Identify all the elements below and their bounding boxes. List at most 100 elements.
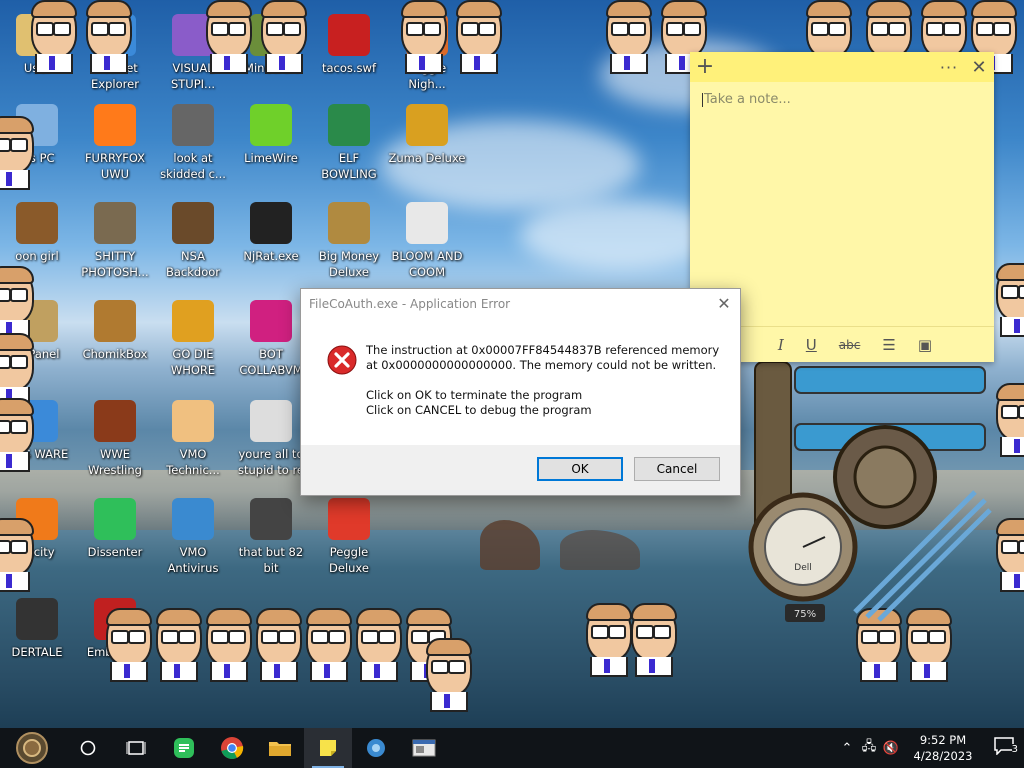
gauge-text: Dell — [794, 563, 811, 573]
desktop-icon[interactable]: look at skidded c... — [154, 104, 232, 182]
chomikbox-icon — [94, 300, 136, 342]
network-icon[interactable]: 🖧 — [858, 737, 880, 759]
volume-muted-icon[interactable]: 🔇 — [880, 741, 902, 756]
desktop-icon[interactable]: LimeWire — [232, 104, 310, 166]
desktop-icon[interactable]: that but 82 bit — [232, 498, 310, 576]
desktop-icon[interactable]: GO DIE WHORE — [154, 300, 232, 378]
taskbar-chrome[interactable] — [208, 728, 256, 768]
desktop-icon-label: WWE Wrestling — [88, 447, 142, 477]
desktop-icon[interactable]: VMO Antivirus — [154, 498, 232, 576]
error-message: The instruction at 0x00007FF84544837B re… — [366, 343, 726, 418]
desktop-icon[interactable]: DERTALE — [0, 598, 76, 660]
money-bag-icon — [328, 202, 370, 244]
taskbar-window[interactable] — [400, 728, 448, 768]
error-icon — [327, 345, 357, 375]
peggle-deluxe-icon — [328, 498, 370, 540]
desktop-icon[interactable]: ELF BOWLING — [310, 104, 388, 182]
gimp-icon — [94, 202, 136, 244]
application-error-dialog: FileCoAuth.exe - Application Error ✕ The… — [300, 288, 741, 496]
dialog-footer: OK Cancel — [301, 445, 740, 495]
desktop-icon[interactable]: BLOOM AND COOM — [388, 202, 466, 280]
close-note-button[interactable]: ✕ — [964, 57, 994, 78]
task-view-button[interactable] — [112, 728, 160, 768]
app-icon — [367, 739, 385, 757]
copy-files-icon — [172, 104, 214, 146]
desktop-icon-label: oon girl — [15, 249, 59, 263]
taskbar: ⌃ 🖧 🔇 9:52 PM 4/28/2023 3 — [0, 728, 1024, 768]
strikethrough-button[interactable]: abc — [839, 338, 861, 352]
cartoon-head-decoration — [420, 638, 474, 712]
shield-icon — [172, 498, 214, 540]
cancel-button[interactable]: Cancel — [634, 457, 720, 481]
desktop-icon-label: BOT COLLABVM — [239, 347, 303, 377]
dialog-title: FileCoAuth.exe - Application Error — [309, 296, 511, 311]
desktop-icon[interactable]: VMO Technic... — [154, 400, 232, 478]
limewire-icon — [250, 104, 292, 146]
bullet-list-button[interactable]: ☰ — [882, 336, 895, 354]
desktop-icon[interactable]: oon girl — [0, 202, 76, 264]
cartoon-head-decoration — [990, 518, 1024, 592]
show-hidden-icons-button[interactable]: ⌃ — [836, 741, 858, 756]
error-message-line1: The instruction at 0x00007FF84544837B re… — [366, 343, 720, 372]
desktop-icon[interactable]: BOT COLLABVM — [232, 300, 310, 378]
cartoon-head-decoration — [600, 0, 654, 74]
elf-bowling-icon — [328, 104, 370, 146]
insert-image-button[interactable]: ▣ — [918, 336, 932, 354]
cartoon-head-decoration — [0, 398, 36, 472]
underline-button[interactable]: U — [806, 336, 817, 354]
painting-icon — [250, 498, 292, 540]
error-message-line2: Click on OK to terminate the program — [366, 388, 583, 402]
dissenter-icon — [94, 498, 136, 540]
cartoon-head-decoration — [200, 608, 254, 682]
desktop-icon-label: youre all to stupid to re — [238, 447, 304, 477]
desktop-icon[interactable]: Big Money Deluxe — [310, 202, 388, 280]
ok-button[interactable]: OK — [537, 457, 623, 481]
desktop-icon-label: DERTALE — [11, 645, 63, 659]
taskbar-sticky-notes[interactable] — [304, 728, 352, 768]
flash-file-icon — [328, 14, 370, 56]
taskbar-dissenter[interactable] — [160, 728, 208, 768]
cartoon-head-decoration — [990, 263, 1024, 337]
desktop-icon[interactable]: tacos.swf — [310, 14, 388, 76]
cartoon-head-decoration — [990, 383, 1024, 457]
desktop-icon[interactable]: WWE Wrestling — [76, 400, 154, 478]
desktop-icon-label: BLOOM AND COOM — [391, 249, 463, 279]
desktop-icon[interactable]: youre all to stupid to re — [232, 400, 310, 478]
new-note-button[interactable]: + — [690, 53, 720, 81]
desktop-icon[interactable]: NSA Backdoor — [154, 202, 232, 280]
search-button[interactable] — [64, 728, 112, 768]
clock[interactable]: 9:52 PM 4/28/2023 — [902, 732, 984, 764]
note-text-area[interactable]: Take a note... — [690, 82, 994, 117]
cartoon-head-decoration — [0, 333, 36, 407]
window-icon — [412, 739, 436, 757]
start-button[interactable] — [0, 728, 64, 768]
desktop-icon[interactable]: Dissenter — [76, 498, 154, 560]
desktop-icon[interactable]: ChomikBox — [76, 300, 154, 362]
system-tray: ⌃ 🖧 🔇 9:52 PM 4/28/2023 3 — [836, 728, 1024, 768]
sticky-note-titlebar[interactable]: + ··· ✕ — [690, 52, 994, 82]
desktop-icon[interactable]: Peggle Deluxe — [310, 498, 388, 576]
desktop-icon[interactable]: FURRYFOX UWU — [76, 104, 154, 182]
dialog-titlebar[interactable]: FileCoAuth.exe - Application Error ✕ — [301, 289, 740, 318]
director-icon — [172, 300, 214, 342]
desktop-icon-label: Big Money Deluxe — [318, 249, 380, 279]
sticky-notes-icon — [320, 740, 336, 756]
italic-button[interactable]: I — [778, 336, 784, 354]
notification-center-button[interactable]: 3 — [984, 737, 1024, 759]
menu-button[interactable]: ··· — [934, 58, 964, 77]
dialog-close-button[interactable]: ✕ — [708, 294, 740, 313]
cartoon-head-decoration — [625, 603, 679, 677]
dialog-content: The instruction at 0x00007FF84544837B re… — [301, 318, 740, 445]
desktop-icon[interactable]: SHITTY PHOTOSH... — [76, 202, 154, 280]
zuma-deluxe-icon — [406, 104, 448, 146]
desktop-icon-label: LimeWire — [244, 151, 298, 165]
desktop-icon[interactable]: NjRat.exe — [232, 202, 310, 264]
desktop-icon-label: VMO Antivirus — [167, 545, 219, 575]
notification-count: 3 — [1011, 744, 1018, 755]
clock-date: 4/28/2023 — [913, 749, 973, 763]
desktop-icon[interactable]: Zuma Deluxe — [388, 104, 466, 166]
cartoon-head-decoration — [250, 608, 304, 682]
taskbar-app[interactable] — [352, 728, 400, 768]
taskbar-file-explorer[interactable] — [256, 728, 304, 768]
text-caret — [702, 92, 703, 107]
